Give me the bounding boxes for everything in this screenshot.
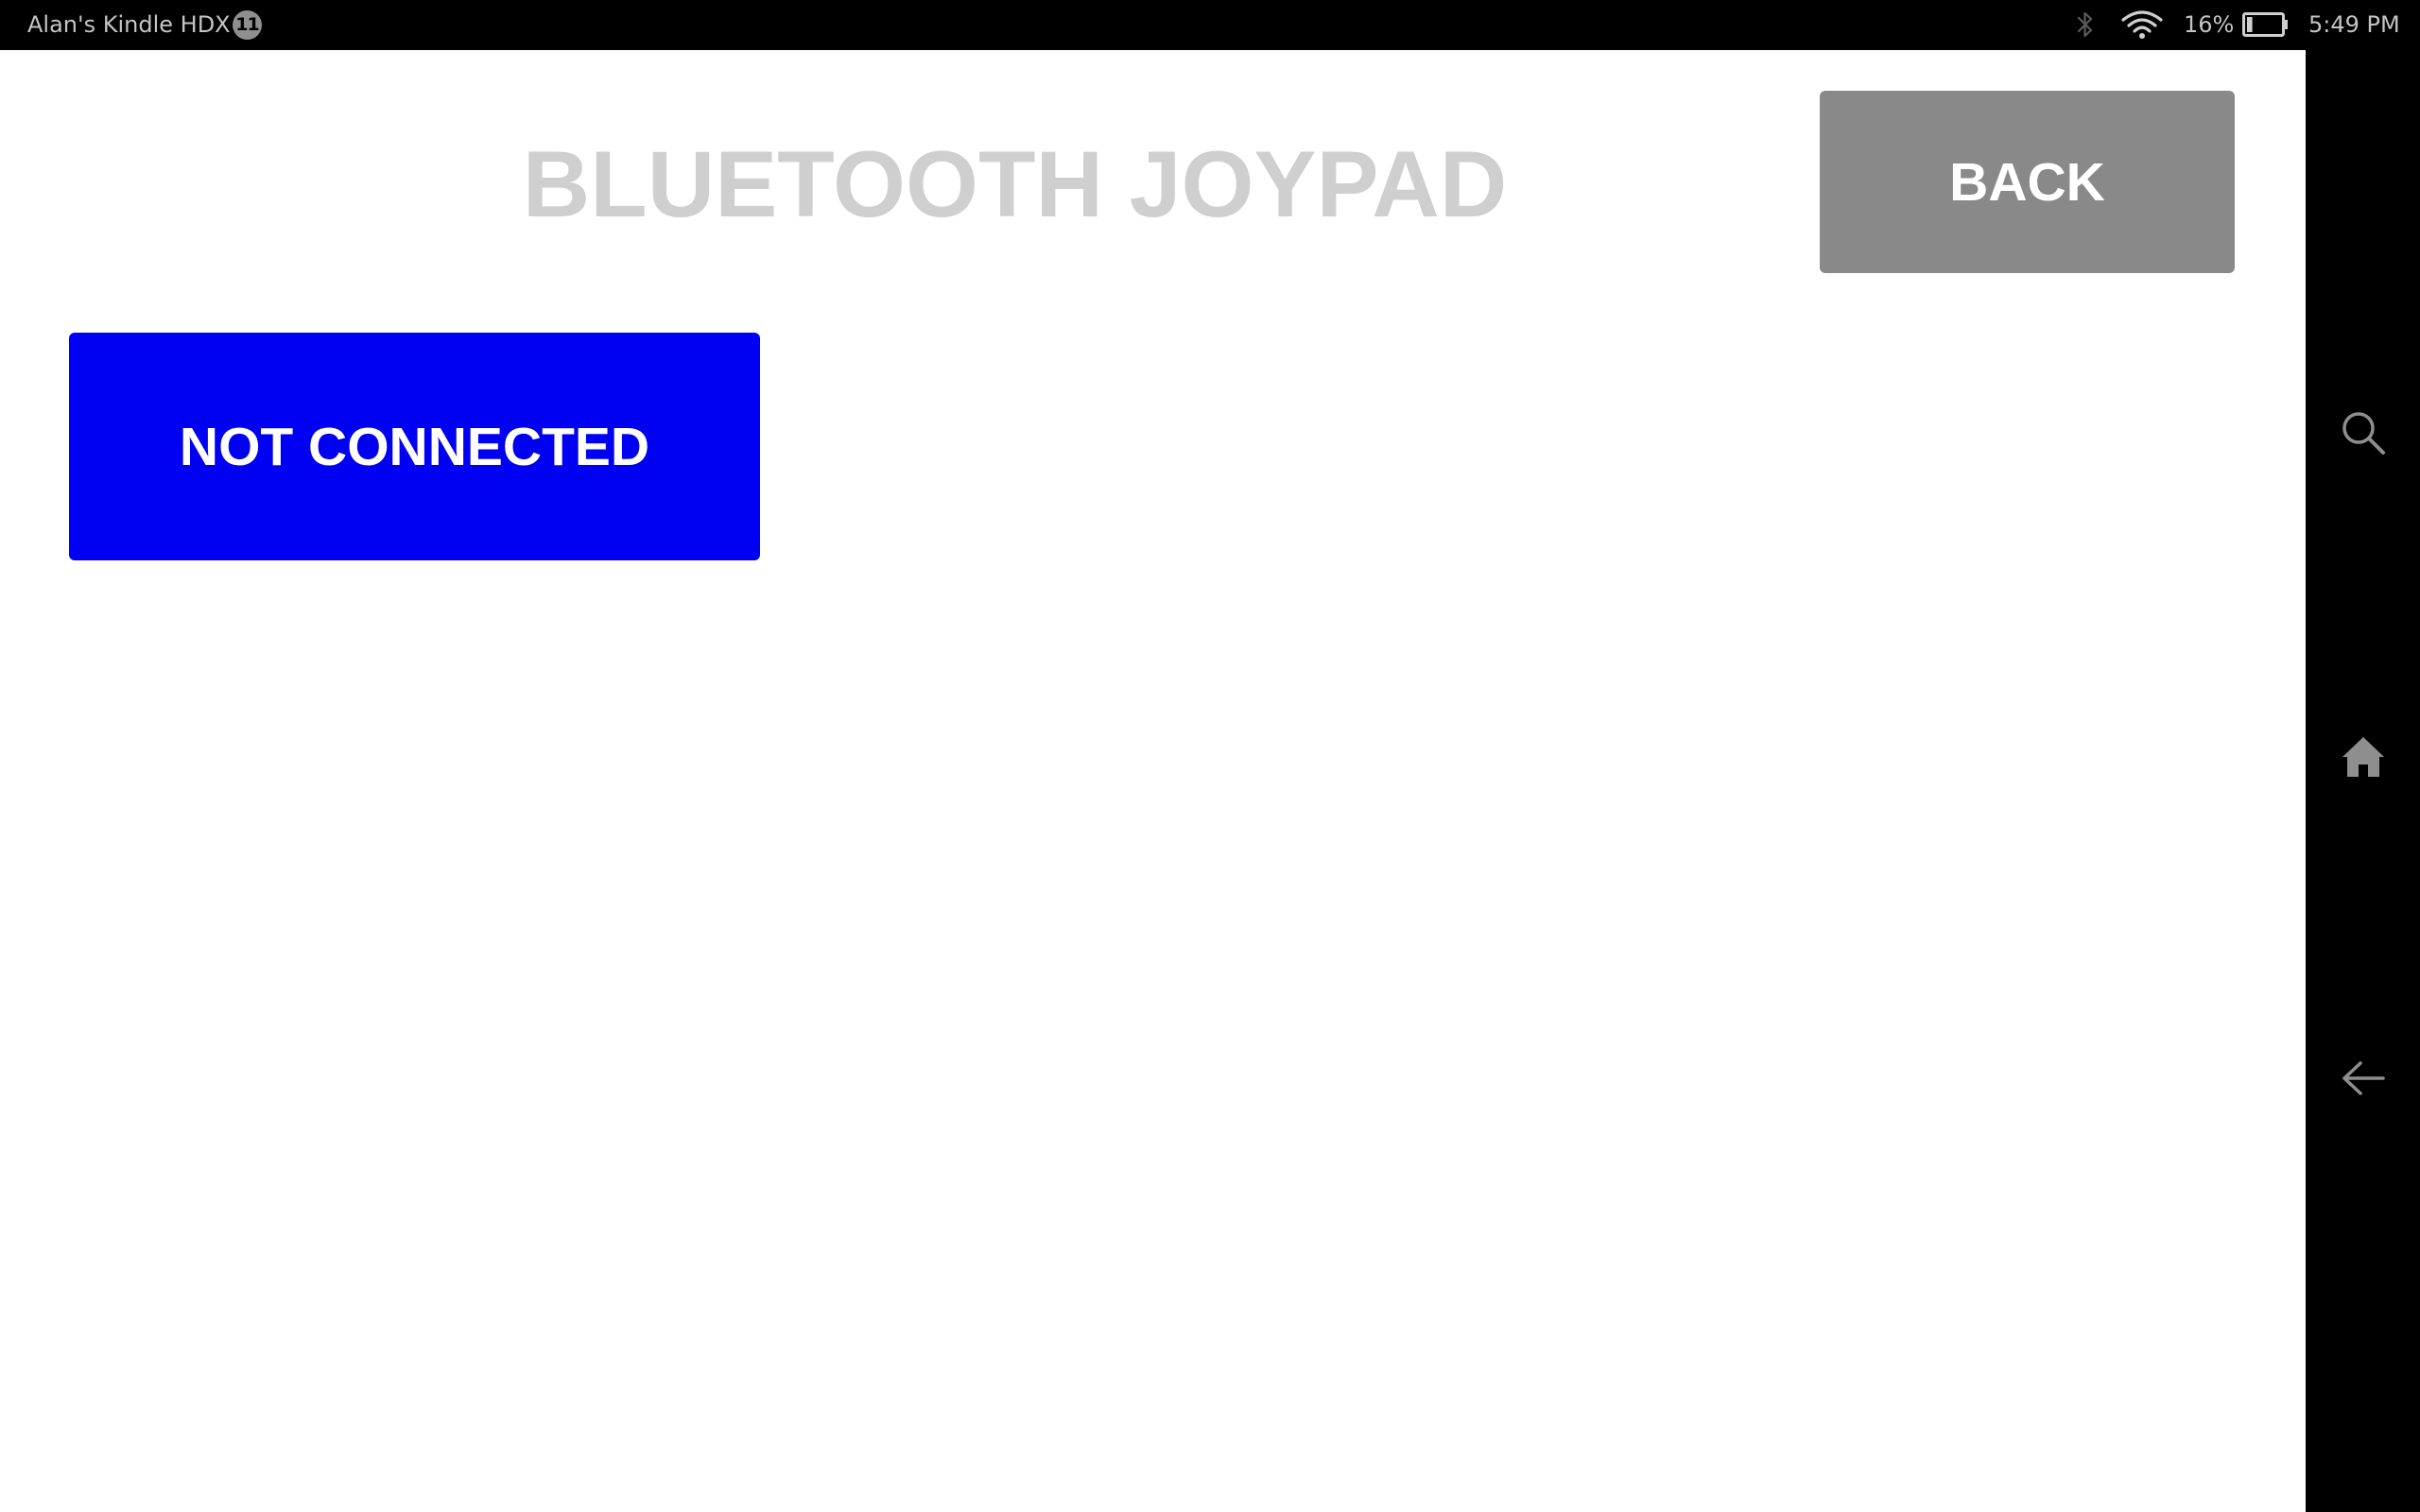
device-name: Alan's Kindle HDX xyxy=(27,11,231,38)
wifi-icon xyxy=(2121,10,2163,39)
clock: 5:49 PM xyxy=(2308,11,2400,38)
battery-icon xyxy=(2242,12,2288,37)
status-bar: Alan's Kindle HDX 11 16% 5:49 PM xyxy=(0,0,2420,50)
bluetooth-icon xyxy=(2077,11,2093,38)
nav-search-button[interactable] xyxy=(2306,386,2420,480)
nav-back-button[interactable] xyxy=(2306,1031,2420,1125)
home-icon xyxy=(2342,737,2384,777)
battery-level-fill xyxy=(2247,17,2253,32)
connection-status-button[interactable]: NOT CONNECTED xyxy=(69,333,760,560)
battery-percent: 16% xyxy=(2184,11,2235,38)
page-title: BLUETOOTH JOYPAD xyxy=(522,131,1508,236)
search-icon xyxy=(2342,412,2385,455)
device-screen: Alan's Kindle HDX 11 16% 5:49 PM BLUETOO… xyxy=(0,0,2420,1512)
nav-home-button[interactable] xyxy=(2306,710,2420,804)
back-button[interactable]: BACK xyxy=(1820,91,2235,273)
notification-count-badge[interactable]: 11 xyxy=(233,10,262,40)
navigation-bar xyxy=(2306,50,2420,1512)
back-arrow-icon xyxy=(2342,1061,2385,1095)
